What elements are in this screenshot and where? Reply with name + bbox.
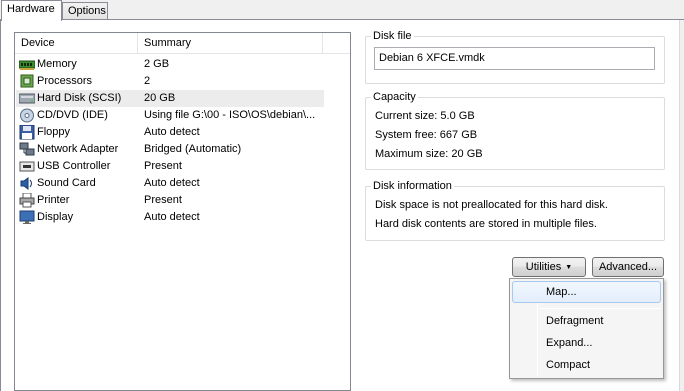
menu-item-expand[interactable]: Expand...: [512, 332, 661, 354]
sound-card-icon: [19, 176, 35, 191]
printer-icon: [19, 192, 35, 208]
disk-info-line-2: Hard disk contents are stored in multipl…: [375, 218, 597, 230]
advanced-button[interactable]: Advanced...: [592, 257, 664, 277]
disk-information-title: Disk information: [371, 179, 454, 193]
device-row-processors[interactable]: Processors 2: [16, 73, 324, 90]
device-row-hard-disk[interactable]: Hard Disk (SCSI) 20 GB: [16, 90, 324, 107]
tab-options[interactable]: Options: [62, 2, 108, 20]
floppy-icon: [19, 124, 35, 140]
device-list[interactable]: Device Summary Memory 2 GB Processors 2 …: [14, 32, 351, 391]
disk-information-group: Disk information Disk space is not preal…: [365, 179, 665, 241]
tab-strip: Hardware Options: [0, 0, 684, 21]
maximum-size-label: Maximum size: 20 GB: [375, 148, 483, 160]
device-list-header: Device Summary: [15, 33, 350, 54]
capacity-title: Capacity: [371, 90, 418, 104]
disk-file-title: Disk file: [371, 29, 414, 43]
hard-disk-icon: [18, 91, 36, 106]
device-name: Memory: [37, 58, 77, 70]
device-row-sound-card[interactable]: Sound Card Auto detect: [16, 175, 324, 192]
disk-file-group: Disk file Debian 6 XFCE.vmdk: [365, 29, 665, 84]
tab-hardware[interactable]: Hardware: [1, 0, 62, 21]
device-name: Network Adapter: [37, 143, 119, 155]
current-size-label: Current size: 5.0 GB: [375, 110, 475, 122]
device-summary: 2: [144, 75, 151, 87]
network-adapter-icon: [19, 142, 35, 157]
device-row-cd-dvd[interactable]: CD/DVD (IDE) Using file G:\00 - ISO\OS\d…: [16, 107, 324, 124]
memory-icon: [18, 57, 36, 72]
system-free-label: System free: 667 GB: [375, 129, 478, 141]
device-name: Processors: [37, 75, 93, 87]
device-summary: 2 GB: [144, 58, 170, 70]
device-name: CD/DVD (IDE): [37, 109, 108, 121]
menu-item-defragment[interactable]: Defragment: [512, 310, 661, 332]
device-row-memory[interactable]: Memory 2 GB: [16, 56, 324, 73]
device-row-usb-controller[interactable]: USB Controller Present: [16, 158, 324, 175]
disk-file-field[interactable]: Debian 6 XFCE.vmdk: [374, 47, 655, 70]
column-header-device[interactable]: Device: [15, 33, 138, 54]
device-name: Hard Disk (SCSI): [37, 92, 122, 104]
usb-controller-icon: [19, 159, 35, 174]
device-name: Display: [37, 211, 74, 223]
device-summary: Auto detect: [144, 211, 200, 223]
chevron-down-icon: ▼: [565, 264, 573, 271]
device-row-display[interactable]: Display Auto detect: [16, 209, 324, 226]
capacity-group: Capacity Current size: 5.0 GB System fre…: [365, 90, 665, 170]
device-summary: Using file G:\00 - ISO\OS\debian\...: [144, 109, 316, 121]
cd-dvd-icon: [19, 108, 35, 123]
device-summary: Auto detect: [144, 126, 200, 138]
menu-item-map[interactable]: Map...: [512, 281, 661, 303]
window-edge: [679, 20, 684, 391]
column-header-summary[interactable]: Summary: [138, 33, 323, 54]
device-summary: Bridged (Automatic): [144, 143, 242, 155]
device-row-floppy[interactable]: Floppy Auto detect: [16, 124, 324, 141]
device-summary: Present: [144, 194, 182, 206]
device-summary: Auto detect: [144, 177, 200, 189]
device-name: Printer: [37, 194, 70, 206]
device-row-printer[interactable]: Printer Present: [16, 192, 324, 209]
menu-separator: [540, 308, 661, 309]
device-row-network-adapter[interactable]: Network Adapter Bridged (Automatic): [16, 141, 324, 158]
processor-icon: [19, 74, 35, 89]
device-name: USB Controller: [37, 160, 111, 172]
display-icon: [19, 210, 35, 225]
utilities-menu: Map... Defragment Expand... Compact: [509, 278, 664, 379]
device-summary: 20 GB: [144, 92, 176, 104]
device-name: Floppy: [37, 126, 71, 138]
disk-info-line-1: Disk space is not preallocated for this …: [375, 199, 608, 211]
device-summary: Present: [144, 160, 182, 172]
menu-item-compact[interactable]: Compact: [512, 354, 661, 376]
utilities-button-label: Utilities: [525, 261, 562, 273]
utilities-button[interactable]: Utilities ▼: [512, 257, 586, 277]
device-name: Sound Card: [37, 177, 96, 189]
